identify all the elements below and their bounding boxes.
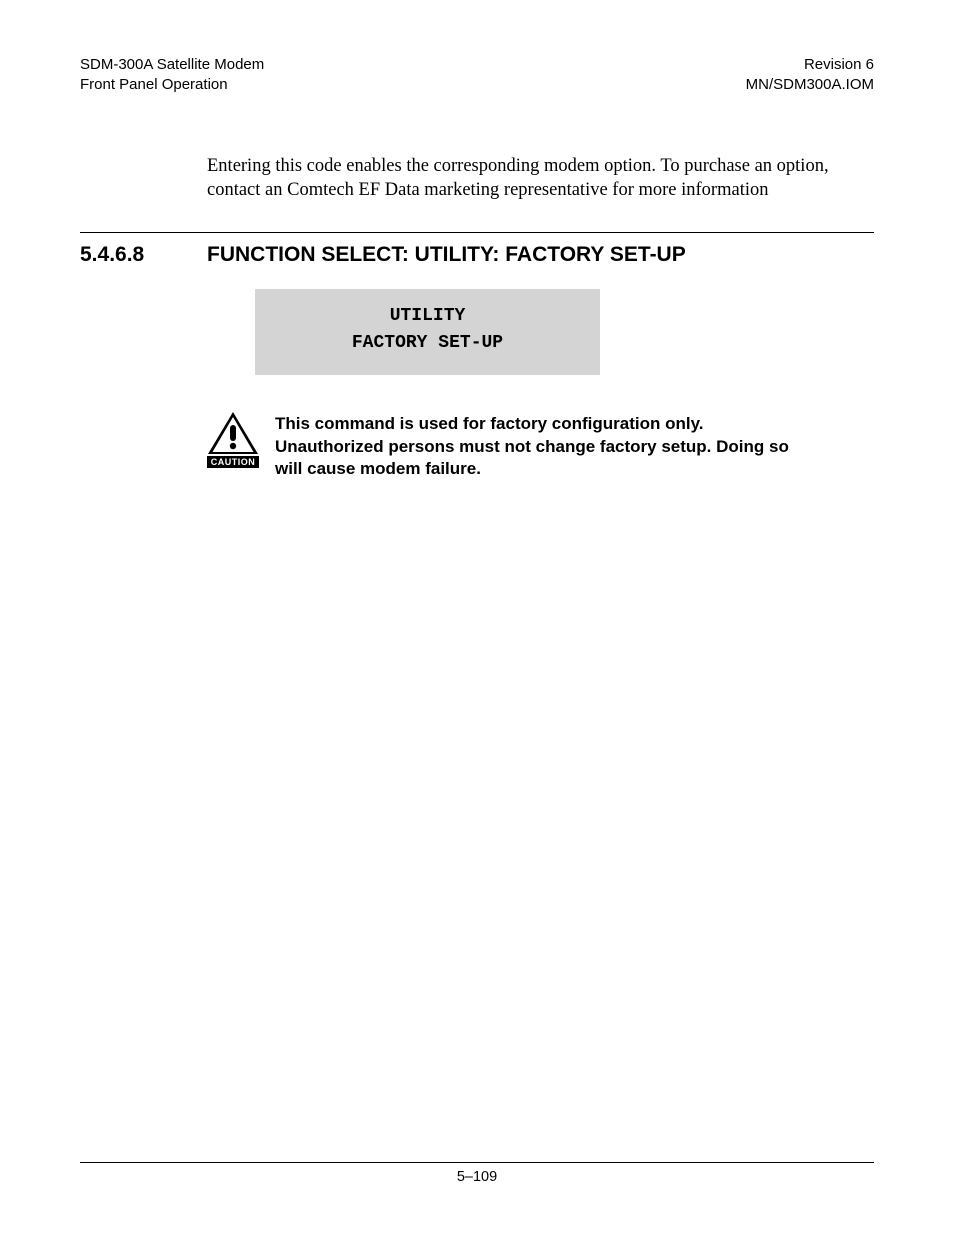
header-section: Front Panel Operation xyxy=(80,75,264,95)
lcd-display-box: UTILITY FACTORY SET-UP xyxy=(255,289,600,375)
caution-block: CAUTION This command is used for factory… xyxy=(207,411,874,482)
intro-paragraph: Entering this code enables the correspon… xyxy=(207,154,874,202)
header-left: SDM-300A Satellite Modem Front Panel Ope… xyxy=(80,55,264,96)
content-spacer xyxy=(80,481,874,1162)
section-divider xyxy=(80,232,874,233)
display-line-1: UTILITY xyxy=(265,303,590,330)
caution-label: CAUTION xyxy=(207,456,259,468)
page-header: SDM-300A Satellite Modem Front Panel Ope… xyxy=(80,55,874,96)
warning-triangle-icon xyxy=(207,411,259,455)
section-heading: 5.4.6.8 FUNCTION SELECT: UTILITY: FACTOR… xyxy=(80,243,874,267)
footer-divider xyxy=(80,1162,874,1163)
header-product: SDM-300A Satellite Modem xyxy=(80,55,264,75)
header-revision: Revision 6 xyxy=(746,55,874,75)
header-right: Revision 6 MN/SDM300A.IOM xyxy=(746,55,874,96)
section-number: 5.4.6.8 xyxy=(80,243,207,267)
page-number: 5–109 xyxy=(80,1169,874,1185)
caution-text: This command is used for factory configu… xyxy=(275,411,795,482)
caution-icon: CAUTION xyxy=(207,411,259,468)
display-line-2: FACTORY SET-UP xyxy=(265,330,590,357)
section-title: FUNCTION SELECT: UTILITY: FACTORY SET-UP xyxy=(207,243,686,267)
header-docid: MN/SDM300A.IOM xyxy=(746,75,874,95)
document-page: SDM-300A Satellite Modem Front Panel Ope… xyxy=(0,0,954,1235)
